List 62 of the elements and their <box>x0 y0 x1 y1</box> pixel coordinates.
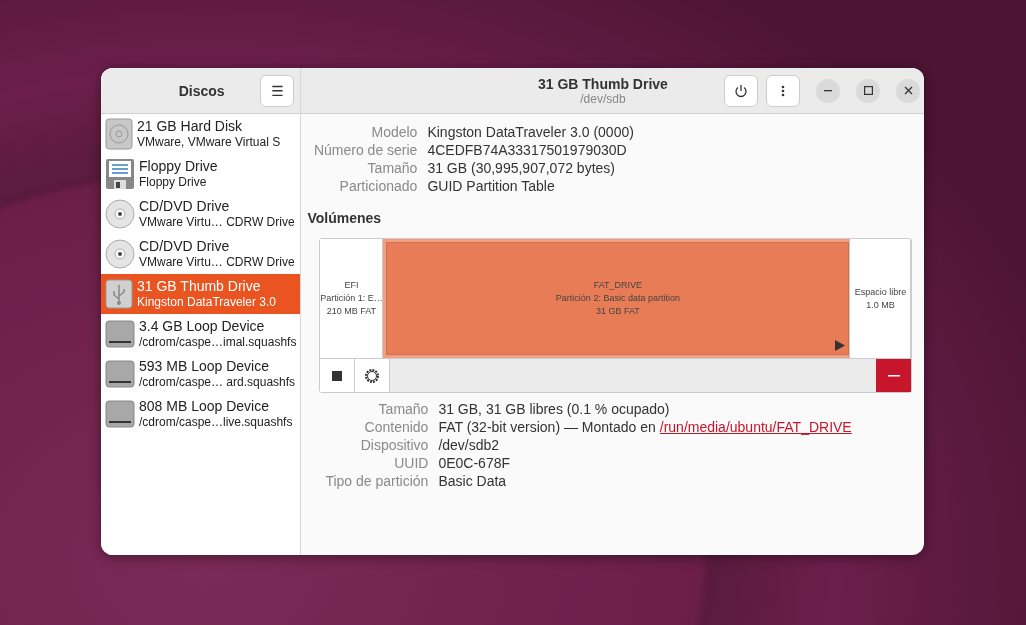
partition-label: Partición 1: E… <box>320 292 383 305</box>
field-label: Particionado <box>338 178 418 194</box>
drive-item[interactable]: 31 GB Thumb Drive Kingston DataTraveler 3.0 <box>101 274 301 314</box>
usb-drive-icon <box>105 279 133 309</box>
settings-icon <box>364 367 381 384</box>
close-icon <box>903 86 913 95</box>
drive-item[interactable]: CD/DVD Drive VMware Virtu… CDRW Drive <box>101 194 301 234</box>
field-value: 0E0C-678F <box>438 455 511 471</box>
menu-button[interactable]: ☰ <box>260 74 295 107</box>
partition-label: EFI <box>344 279 359 292</box>
field-value: GUID Partition Table <box>427 178 556 194</box>
optical-disc-icon <box>105 199 135 229</box>
partition-label: Espacio libre <box>854 285 907 299</box>
field-label: Tamaño <box>366 160 418 176</box>
unmount-button[interactable] <box>320 359 356 392</box>
minus-icon <box>887 374 900 377</box>
field-label: Número de serie <box>312 142 418 158</box>
field-label: Dispositivo <box>359 437 429 453</box>
partition-label: 1.0 MB <box>866 298 895 312</box>
window-subtitle: /dev/sdb <box>580 91 626 106</box>
close-button[interactable] <box>896 78 921 103</box>
partition-label: 31 GB FAT <box>595 305 640 318</box>
field-value: 4CEDFB74A33317501979030D <box>427 142 628 158</box>
partition-label: FAT_DRIVE <box>593 279 643 292</box>
partition-label: 210 MB FAT <box>326 305 377 318</box>
drive-item[interactable]: 3.4 GB Loop Device /cdrom/caspe…imal.squashfs <box>101 314 301 354</box>
settings-button[interactable] <box>355 359 391 392</box>
more-icon <box>781 84 786 97</box>
field-label: Tipo de partición <box>324 473 429 489</box>
maximize-icon <box>863 86 873 95</box>
field-value: Kingston DataTraveler 3.0 (0000) <box>427 124 635 140</box>
power-button[interactable] <box>724 74 759 107</box>
field-label: UUID <box>393 455 429 471</box>
delete-button[interactable] <box>876 359 912 392</box>
field-value: Basic Data <box>438 473 508 489</box>
section-title: Volúmenes <box>307 210 383 226</box>
field-value: /dev/sdb2 <box>438 437 501 453</box>
field-value: FAT (32-bit version) — Montado en <box>438 419 656 435</box>
drive-icon <box>105 400 135 428</box>
stop-icon <box>332 370 343 381</box>
partition-label: Partición 2: Basic data partition <box>555 292 680 305</box>
optical-disc-icon <box>105 239 135 269</box>
partition[interactable]: FAT_DRIVE Partición 2: Basic data partition 31 GB FAT <box>383 239 851 358</box>
minimize-icon <box>824 89 833 92</box>
field-label: Contenido <box>363 419 429 435</box>
field-value: 31 GB, 31 GB libres (0.1 % ocupado) <box>438 401 671 417</box>
drive-item[interactable]: 21 GB Hard Disk VMware, VMware Virtual S <box>101 114 301 154</box>
window-title: 31 GB Thumb Drive <box>537 75 668 92</box>
drive-item[interactable]: 593 MB Loop Device /cdrom/caspe… ard.squashfs <box>101 354 301 394</box>
drive-icon <box>105 360 135 388</box>
drive-item[interactable]: CD/DVD Drive VMware Virtu… CDRW Drive <box>101 234 301 274</box>
maximize-button[interactable] <box>856 78 881 103</box>
mount-link[interactable]: /run/media/ubuntu/FAT_DRIVE <box>659 419 852 435</box>
field-value: 31 GB (30,995,907,072 bytes) <box>427 160 616 176</box>
drive-icon <box>105 320 135 348</box>
field-label: Modelo <box>370 124 418 140</box>
drive-item[interactable]: Floppy Drive Floppy Drive <box>101 154 301 194</box>
partition[interactable]: EFI Partición 1: E… 210 MB FAT <box>320 239 384 358</box>
field-label: Tamaño <box>377 401 429 417</box>
drive-item[interactable]: 808 MB Loop Device /cdrom/caspe…live.squashfs <box>101 394 301 434</box>
sidebar-title: Discos <box>177 82 226 99</box>
power-icon <box>734 83 749 98</box>
